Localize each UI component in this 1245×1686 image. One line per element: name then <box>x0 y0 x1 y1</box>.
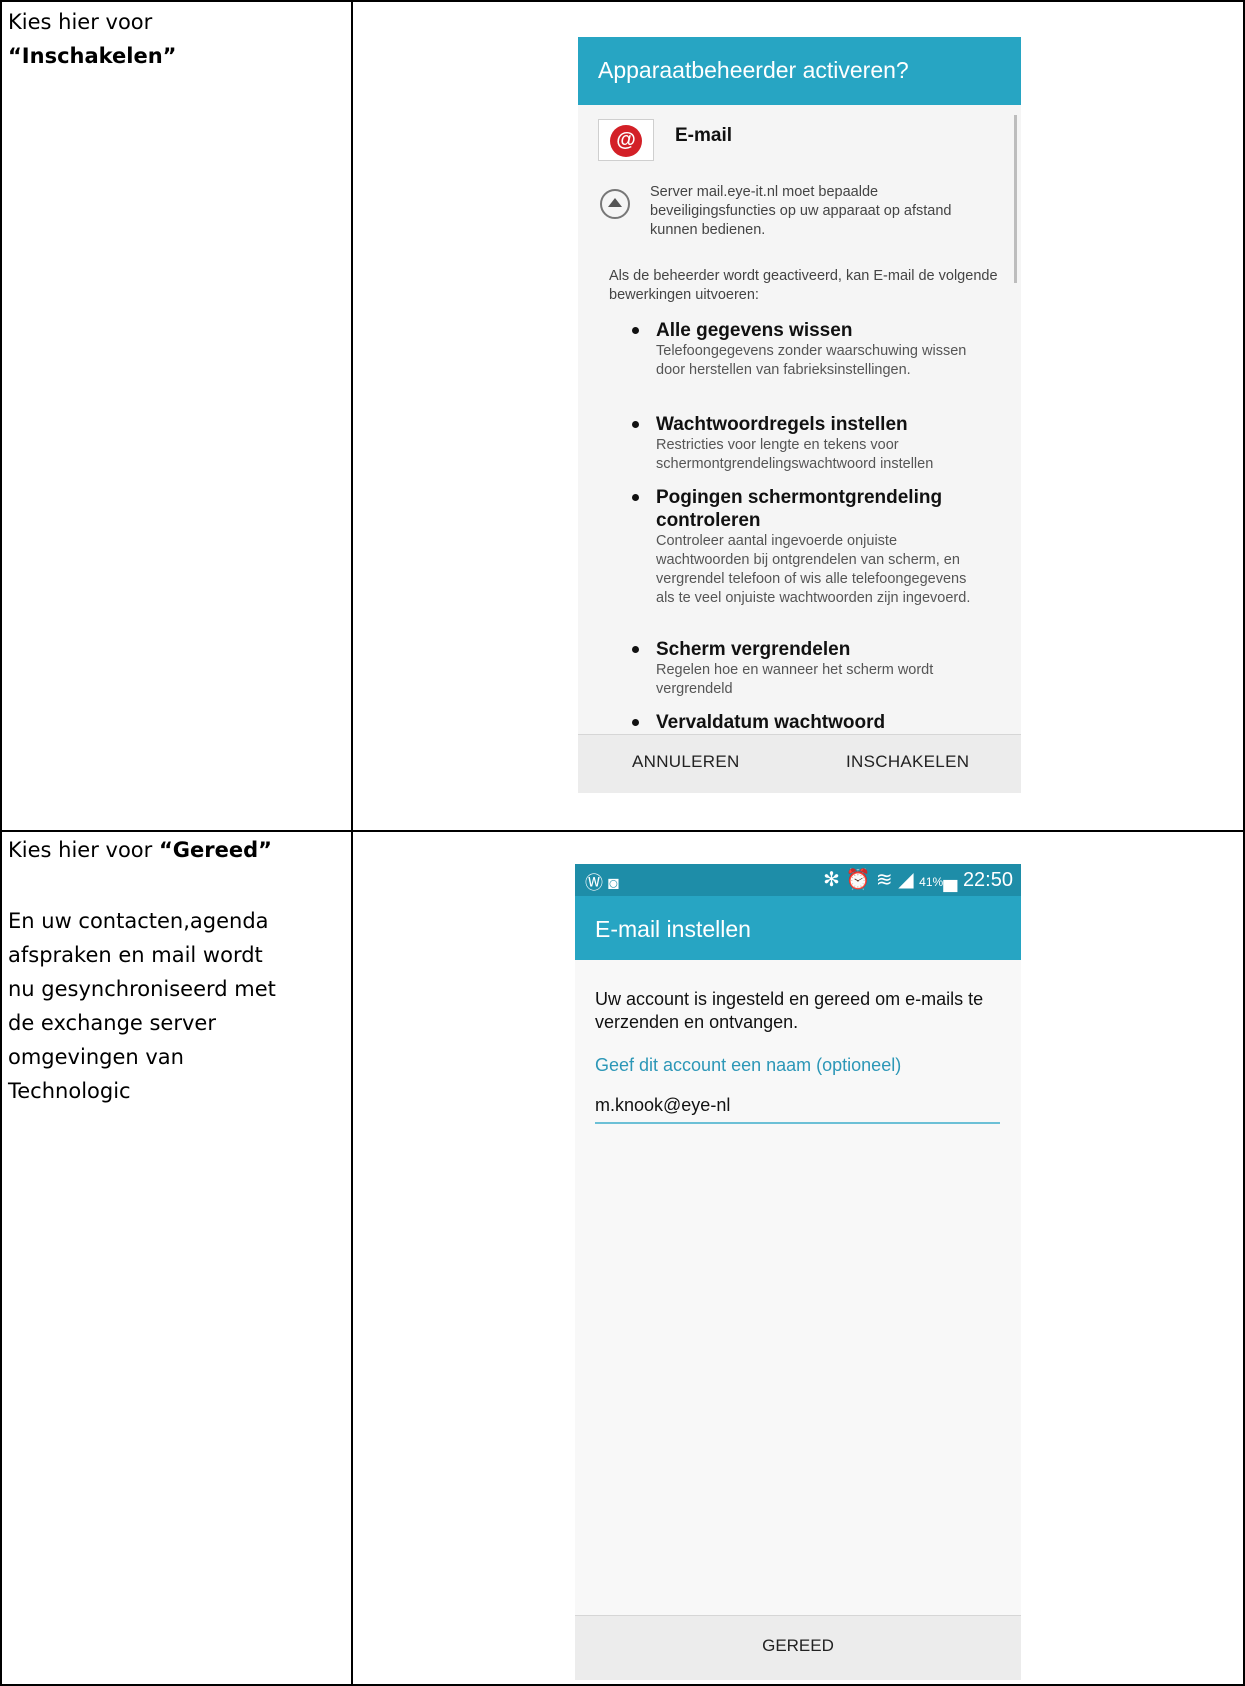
permission-item: Vervaldatum wachtwoord <box>632 711 986 734</box>
permission-title: Scherm vergrendelen <box>656 639 851 660</box>
email-setup-screen: Ⓦ ◙ ✻ ⏰ ≋ ◢ 41%▄ 22:50 E-mail instellen … <box>575 864 1021 1680</box>
setup-button-bar: GEREED <box>575 1615 1021 1680</box>
permission-title: Wachtwoordregels instellen <box>656 414 908 435</box>
permission-title: Pogingen schermontgrendeling controleren <box>656 487 943 531</box>
bullet-icon <box>632 327 639 334</box>
notification-icons: Ⓦ ◙ <box>585 873 619 893</box>
bullet-icon <box>632 646 639 653</box>
permission-description: Telefoongegevens zonder waarschuwing wis… <box>656 343 967 378</box>
device-admin-dialog: Apparaatbeheerder activeren? @ E-mail Se… <box>578 37 1021 793</box>
app-name: E-mail <box>675 125 733 146</box>
permission-item: Scherm vergrendelen Regelen hoe en wanne… <box>632 638 986 699</box>
account-name-input[interactable] <box>595 1088 1000 1124</box>
row2-note-line: nu gesynchroniseerd met <box>8 977 276 1001</box>
setup-titlebar: E-mail instellen <box>575 896 1021 960</box>
account-name-label: Geef dit account een naam (optioneel) <box>595 1055 902 1075</box>
cancel-button[interactable]: ANNULEREN <box>632 752 740 772</box>
permission-title: Alle gegevens wissen <box>656 320 853 341</box>
table-row-divider <box>0 830 1245 832</box>
dialog-button-bar: ANNULEREN INSCHAKELEN <box>578 734 1021 793</box>
row1-instruction-prefix: Kies hier voor <box>8 10 153 34</box>
permission-item: Alle gegevens wissen Telefoongegevens zo… <box>632 319 986 380</box>
row2-note-line: omgevingen van <box>8 1045 184 1069</box>
table-border-left <box>0 0 2 1686</box>
row2-note-line: En uw contacten,agenda <box>8 909 269 933</box>
row2-note-line: afspraken en mail wordt <box>8 943 263 967</box>
permission-item: Wachtwoordregels instellen Restricties v… <box>632 413 986 474</box>
row1-instruction-keyword: “Inschakelen” <box>8 44 177 68</box>
enable-button[interactable]: INSCHAKELEN <box>846 752 969 772</box>
status-bar: Ⓦ ◙ ✻ ⏰ ≋ ◢ 41%▄ 22:50 <box>575 864 1021 896</box>
email-at-icon: @ <box>598 119 654 161</box>
permission-item: Pogingen schermontgrendeling controleren… <box>632 486 986 608</box>
row1-instruction: Kies hier voor “Inschakelen” <box>8 5 338 73</box>
bullet-icon <box>632 494 639 501</box>
row2-note-line: Technologic <box>8 1079 131 1103</box>
status-icons: ✻ ⏰ ≋ ◢ <box>823 869 914 891</box>
permission-title: Vervaldatum wachtwoord <box>656 712 886 733</box>
row2-note-line: de exchange server <box>8 1011 216 1035</box>
table-border-top <box>0 0 1245 2</box>
battery-percent: 41% <box>919 875 944 889</box>
permission-description: Restricties voor lengte en tekens voor s… <box>656 437 934 472</box>
scrollbar[interactable] <box>1014 115 1017 283</box>
bullet-icon <box>632 719 639 726</box>
clock: 22:50 <box>962 869 1013 891</box>
done-button[interactable]: GEREED <box>575 1636 1021 1656</box>
admin-intro-text: Als de beheerder wordt geactiveerd, kan … <box>609 268 998 303</box>
dialog-titlebar: Apparaatbeheerder activeren? <box>578 37 1021 105</box>
row2-instruction-keyword: “Gereed” <box>158 838 272 862</box>
row2-note: En uw contacten,agenda afspraken en mail… <box>8 904 343 1108</box>
row2-instruction-prefix: Kies hier voor <box>8 838 153 862</box>
server-description: Server mail.eye-it.nl moet bepaalde beve… <box>650 184 952 238</box>
battery-icon: ▄ <box>943 869 958 891</box>
status-right: ✻ ⏰ ≋ ◢ 41%▄ 22:50 <box>823 867 1013 892</box>
table-column-divider <box>351 0 353 1686</box>
permission-description: Controleer aantal ingevoerde onjuiste wa… <box>656 533 971 606</box>
bullet-icon <box>632 421 639 428</box>
setup-title: E-mail instellen <box>595 916 751 942</box>
setup-message: Uw account is ingesteld en gereed om e-m… <box>595 989 984 1032</box>
permission-description: Regelen hoe en wanneer het scherm wordt … <box>656 662 934 697</box>
dialog-title: Apparaatbeheerder activeren? <box>598 57 909 83</box>
expand-up-icon[interactable] <box>600 189 630 219</box>
row2-instruction: Kies hier voor “Gereed” <box>8 833 343 867</box>
